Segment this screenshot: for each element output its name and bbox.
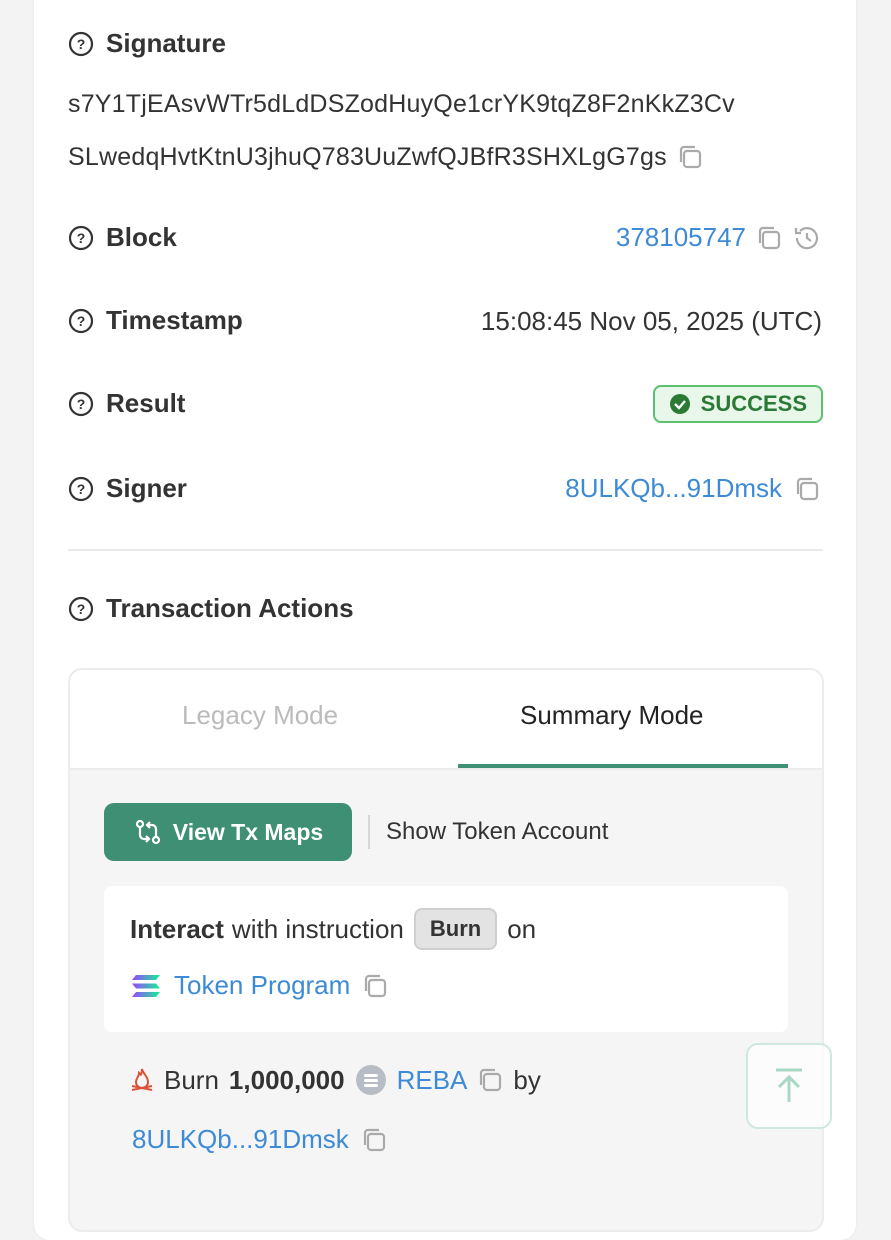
question-circle-icon: ? [68, 391, 94, 416]
svg-text:?: ? [77, 313, 86, 329]
svg-text:?: ? [77, 481, 86, 497]
actions-panel: Legacy Mode Summary Mode View Tx Maps Sh… [68, 668, 824, 1232]
with-instruction-text: with instruction [231, 913, 404, 944]
fire-icon [131, 1068, 153, 1091]
copy-icon[interactable] [792, 474, 822, 504]
status-badge: SUCCESS [652, 385, 823, 423]
history-icon[interactable] [792, 223, 822, 253]
burn-amount: 1,000,000 [228, 1064, 345, 1095]
result-row-label: ? Result [68, 388, 185, 419]
question-circle-icon: ? [68, 308, 94, 333]
transaction-actions-label: Transaction Actions [106, 593, 354, 623]
burn-account-link[interactable]: 8ULKQb...91Dmsk [132, 1124, 349, 1155]
burn-account-row: 8ULKQb...91Dmsk [132, 1124, 389, 1155]
signer-value-row: 8ULKQb...91Dmsk [565, 473, 822, 504]
tab-legacy-mode[interactable]: Legacy Mode [182, 700, 338, 731]
question-circle-icon: ? [68, 596, 94, 621]
copy-icon[interactable] [675, 142, 705, 172]
instruction-box: Interact with instruction Burn on Token … [104, 886, 788, 1032]
svg-text:?: ? [77, 230, 86, 246]
reba-token-link[interactable]: REBA [397, 1065, 468, 1096]
scroll-to-top-button[interactable] [746, 1043, 832, 1129]
timestamp-value: 15:08:45 Nov 05, 2025 (UTC) [480, 306, 822, 336]
view-tx-maps-label: View Tx Maps [172, 818, 324, 845]
signature-label: Signature [106, 28, 226, 58]
swap-arrows-icon [135, 819, 160, 845]
mode-tab-bar: Legacy Mode Summary Mode [70, 670, 822, 770]
signature-line-1: s7Y1TjEAsvWTr5dLdDSZodHuyQe1crYK9tqZ8F2n… [68, 90, 735, 118]
burn-verb: Burn [164, 1064, 219, 1095]
timestamp-row-label: ? Timestamp [68, 305, 243, 336]
by-text: by [513, 1064, 541, 1095]
signer-row-label: ? Signer [68, 473, 187, 504]
burn-action-line: Burn 1,000,000 REBA by [128, 1064, 541, 1096]
svg-text:?: ? [77, 396, 86, 412]
block-number-link[interactable]: 378105747 [616, 222, 746, 253]
question-circle-icon: ? [68, 476, 94, 501]
view-tx-maps-button[interactable]: View Tx Maps [104, 803, 352, 861]
arrow-up-icon [776, 1068, 802, 1102]
active-tab-indicator [458, 764, 788, 768]
interact-text: Interact [130, 913, 224, 944]
signature-line-2-row: SLwedqHvtKtnU3jhuQ783UuZwfQJBfR3SHXLgG7g… [68, 142, 705, 172]
transaction-actions-heading: ? Transaction Actions [68, 593, 354, 624]
signer-label: Signer [106, 473, 187, 503]
instruction-line: Interact with instruction Burn on [130, 908, 536, 950]
solana-logo-icon [132, 974, 160, 997]
instruction-name-badge: Burn [413, 908, 498, 950]
status-badge-text: SUCCESS [700, 391, 807, 416]
result-label: Result [106, 388, 186, 418]
show-token-account-label: Show Token Account [386, 818, 609, 845]
copy-icon[interactable] [754, 223, 784, 253]
svg-text:?: ? [77, 36, 86, 52]
check-circle-icon [669, 394, 690, 414]
copy-icon[interactable] [360, 971, 390, 1001]
block-label: Block [106, 222, 177, 252]
token-program-link[interactable]: Token Program [174, 970, 350, 1001]
question-circle-icon: ? [68, 31, 94, 56]
signature-row-label: ? Signature [68, 28, 226, 59]
signer-address-link[interactable]: 8ULKQb...91Dmsk [565, 473, 782, 504]
on-text: on [507, 913, 537, 944]
toolbar-divider [368, 815, 370, 849]
tab-summary-mode[interactable]: Summary Mode [520, 700, 704, 731]
section-divider [68, 549, 823, 551]
reba-token-icon [355, 1065, 386, 1095]
svg-text:?: ? [77, 601, 86, 617]
block-row-label: ? Block [68, 222, 177, 253]
program-row: Token Program [130, 970, 390, 1001]
signature-line-2: SLwedqHvtKtnU3jhuQ783UuZwfQJBfR3SHXLgG7g… [68, 142, 667, 171]
copy-icon[interactable] [475, 1065, 505, 1095]
question-circle-icon: ? [68, 225, 94, 250]
copy-icon[interactable] [359, 1125, 389, 1155]
timestamp-label: Timestamp [106, 305, 243, 335]
block-value-row: 378105747 [616, 222, 822, 253]
